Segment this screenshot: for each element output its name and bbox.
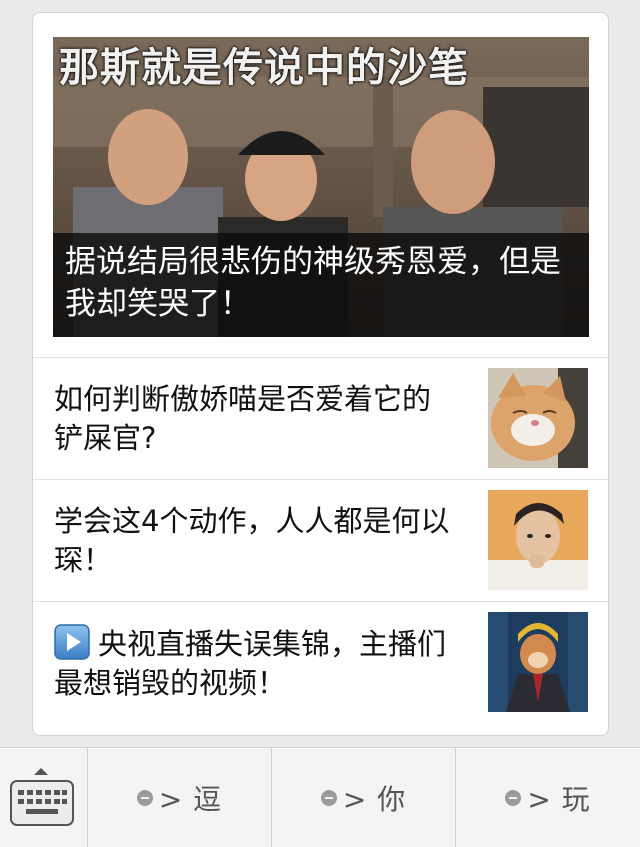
menu-button-dou[interactable]: > 逗 (88, 748, 272, 847)
menu-label: > 你 (342, 783, 407, 816)
monkey-anchor-photo (488, 612, 588, 712)
menu-label: > 逗 (158, 783, 223, 816)
keyboard-icon (10, 780, 74, 826)
article-item[interactable]: 如何判断傲娇喵是否爱着它的铲屎官? (33, 358, 608, 478)
menu-dot-icon (505, 790, 522, 806)
keyboard-toggle-button[interactable] (0, 748, 88, 847)
bottom-menu-bar: > 逗 > 你 > 玩 (0, 747, 640, 847)
menu-label: > 玩 (527, 783, 591, 816)
menu-dot-icon (320, 790, 337, 806)
cat-photo (488, 368, 588, 468)
article-title: 学会这4个动作，人人都是何以琛！ (54, 504, 450, 577)
article-title-text: 央视直播失误集锦，主播们最想销毁的视频！ (54, 627, 447, 700)
hero-overlay-text: 那斯就是传说中的沙笔 (59, 45, 469, 91)
expand-arrow-icon (34, 768, 48, 775)
article-item[interactable]: 学会这4个动作，人人都是何以琛！ (33, 480, 608, 600)
article-title: 如何判断傲娇喵是否爱着它的铲屎官? (54, 382, 432, 455)
menu-dot-icon (136, 790, 153, 806)
menu-button-wan[interactable]: > 玩 (456, 748, 640, 847)
play-icon (54, 624, 90, 660)
article-item[interactable]: 央视直播失误集锦，主播们最想销毁的视频！ (33, 602, 608, 722)
menu-button-ni[interactable]: > 你 (272, 748, 456, 847)
article-title: 央视直播失误集锦，主播们最想销毁的视频！ (54, 624, 454, 703)
man-photo (488, 490, 588, 590)
hero-caption: 据说结局很悲伤的神级秀恩爱，但是我却笑哭了！ (53, 233, 589, 337)
hero-article[interactable]: 那斯就是传说中的沙笔 据说结局很悲伤的神级秀恩爱，但是我却笑哭了！ (53, 37, 589, 337)
news-card: 那斯就是传说中的沙笔 据说结局很悲伤的神级秀恩爱，但是我却笑哭了！ 如何判断傲娇… (32, 12, 609, 736)
